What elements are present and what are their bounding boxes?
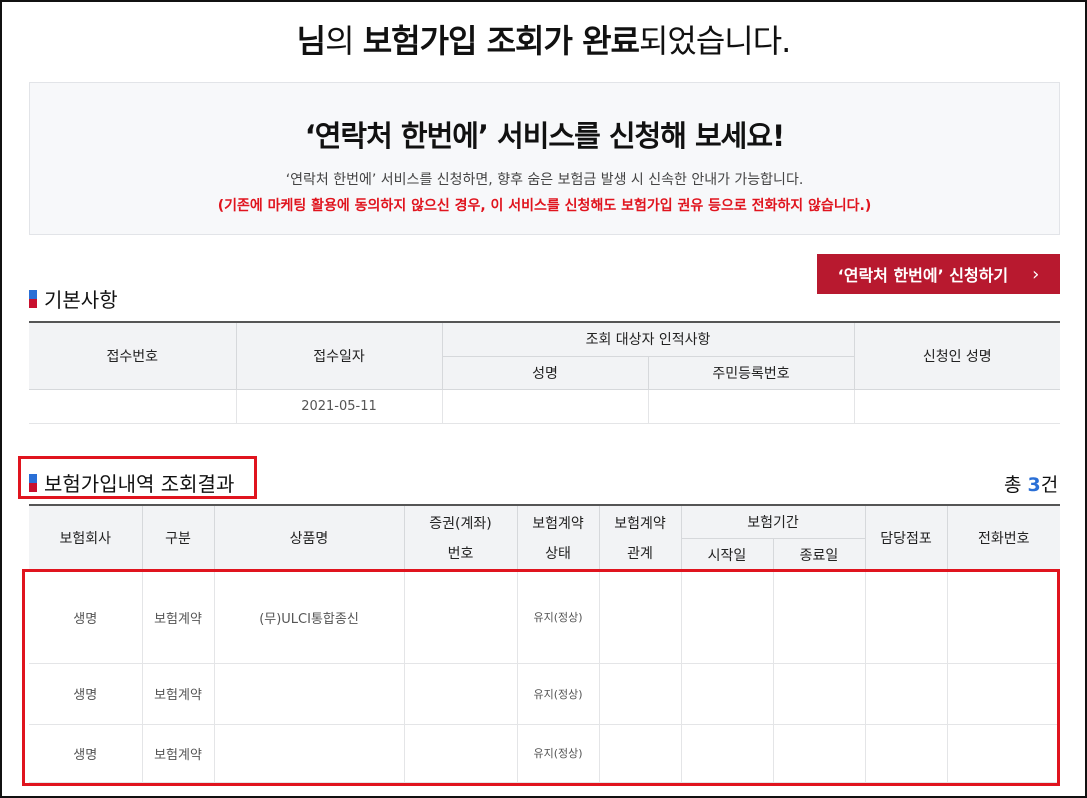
header-type: 구분 <box>141 505 214 572</box>
header-status-line1: 보험계약 <box>532 516 584 533</box>
table-row: 생명 보험계약 유지(정상) <box>29 724 1060 783</box>
cell-phone <box>946 663 1060 725</box>
chevron-right-icon: › <box>1032 263 1040 285</box>
cell-product <box>213 724 404 783</box>
cell-phone <box>946 571 1060 664</box>
header-relation-line2: 관계 <box>627 546 653 563</box>
header-subject-group: 조회 대상자 인적사항 <box>441 322 855 357</box>
header-branch: 담당점포 <box>864 505 947 572</box>
cell-product <box>213 663 404 725</box>
apply-button-label: ‘연락처 한번에’ 신청하기 <box>837 266 1009 285</box>
cell-product: (무)ULCI통합종신 <box>213 571 404 664</box>
cell-start-date <box>680 571 773 664</box>
cell-relation <box>598 663 681 725</box>
cell-branch <box>864 663 947 725</box>
headline-emphasis: 보험가입 조회가 완료 <box>362 22 640 60</box>
cell-branch <box>864 571 947 664</box>
header-start-date: 시작일 <box>680 538 773 572</box>
cell-applicant-name <box>853 389 1061 424</box>
count-value: 3 <box>1027 474 1041 496</box>
cell-start-date <box>680 724 773 783</box>
cell-company: 생명 <box>29 571 142 664</box>
count-suffix: 건 <box>1040 474 1059 496</box>
header-contract-relation: 보험계약 관계 <box>598 505 681 572</box>
cell-certificate <box>403 571 517 664</box>
promo-warning: (기존에 마케팅 활용에 동의하지 않으신 경우, 이 서비스를 신청해도 보험… <box>217 198 872 214</box>
header-relation-line1: 보험계약 <box>614 516 666 533</box>
cell-type: 보험계약 <box>141 571 214 664</box>
cell-relation <box>598 724 681 783</box>
section-marker-icon <box>29 289 37 308</box>
cell-phone <box>946 724 1060 783</box>
cell-type: 보험계약 <box>141 663 214 725</box>
cell-company: 생명 <box>29 724 142 783</box>
cell-certificate <box>403 663 517 725</box>
header-receipt-date: 접수일자 <box>235 322 442 390</box>
headline-name-suffix: 님 <box>296 22 326 60</box>
insurance-results-table: 보험회사 구분 상품명 증권(계좌) 번호 보험계약 상태 보험계약 관계 보험… <box>29 504 1060 783</box>
section-marker-icon <box>29 473 37 492</box>
cell-relation <box>598 571 681 664</box>
header-company: 보험회사 <box>29 505 142 572</box>
header-subject-rrn: 주민등록번호 <box>647 356 855 390</box>
promo-description: ‘연락처 한번에’ 서비스를 신청하면, 향후 숨은 보험금 발생 시 신속한 … <box>285 172 804 188</box>
cell-certificate <box>403 724 517 783</box>
header-certificate: 증권(계좌) 번호 <box>403 505 517 572</box>
header-end-date: 종료일 <box>772 538 865 572</box>
header-status-line2: 상태 <box>545 546 571 563</box>
cell-subject-rrn <box>647 389 855 424</box>
basic-info-table: 접수번호 접수일자 조회 대상자 인적사항 신청인 성명 성명 주민등록번호 2… <box>29 321 1061 424</box>
header-subject-name: 성명 <box>441 356 648 390</box>
table-row: 생명 보험계약 유지(정상) <box>29 663 1060 725</box>
results-count: 총 3건 <box>1004 470 1058 497</box>
headline-particle: 의 <box>325 22 363 60</box>
promo-banner: ‘연락처 한번에’ 서비스를 신청해 보세요! ‘연락처 한번에’ 서비스를 신… <box>29 82 1060 235</box>
cell-status: 유지(정상) <box>516 571 599 664</box>
page-headline: 님의 보험가입 조회가 완료되었습니다. <box>0 16 1087 62</box>
header-certificate-line2: 번호 <box>447 546 474 563</box>
cell-start-date <box>680 663 773 725</box>
header-certificate-line1: 증권(계좌) <box>429 516 492 533</box>
cell-end-date <box>772 724 865 783</box>
results-title-label: 보험가입내역 조회결과 <box>44 472 235 496</box>
headline-ending: 되었습니다. <box>638 22 791 60</box>
apply-contact-service-button[interactable]: ‘연락처 한번에’ 신청하기 › <box>817 254 1060 294</box>
header-contract-status: 보험계약 상태 <box>516 505 599 572</box>
cell-company: 생명 <box>29 663 142 725</box>
cell-status: 유지(정상) <box>516 663 599 725</box>
cell-receipt-no <box>29 389 236 424</box>
header-phone: 전화번호 <box>946 505 1060 572</box>
basic-section-title: 기본사항 <box>29 284 118 313</box>
results-section-title: 보험가입내역 조회결과 <box>29 468 234 497</box>
header-receipt-no: 접수번호 <box>29 322 236 390</box>
table-row: 생명 보험계약 (무)ULCI통합종신 유지(정상) <box>29 571 1060 664</box>
cell-receipt-date: 2021-05-11 <box>235 389 442 424</box>
cell-end-date <box>772 663 865 725</box>
basic-title-label: 기본사항 <box>44 288 118 312</box>
header-product: 상품명 <box>213 505 404 572</box>
promo-title: ‘연락처 한번에’ 서비스를 신청해 보세요! <box>304 119 786 153</box>
count-prefix: 총 <box>1004 474 1028 496</box>
cell-status: 유지(정상) <box>516 724 599 783</box>
cell-subject-name <box>441 389 648 424</box>
header-applicant-name: 신청인 성명 <box>853 322 1061 390</box>
cell-branch <box>864 724 947 783</box>
header-period: 보험기간 <box>680 505 865 539</box>
cell-type: 보험계약 <box>141 724 214 783</box>
cell-end-date <box>772 571 865 664</box>
